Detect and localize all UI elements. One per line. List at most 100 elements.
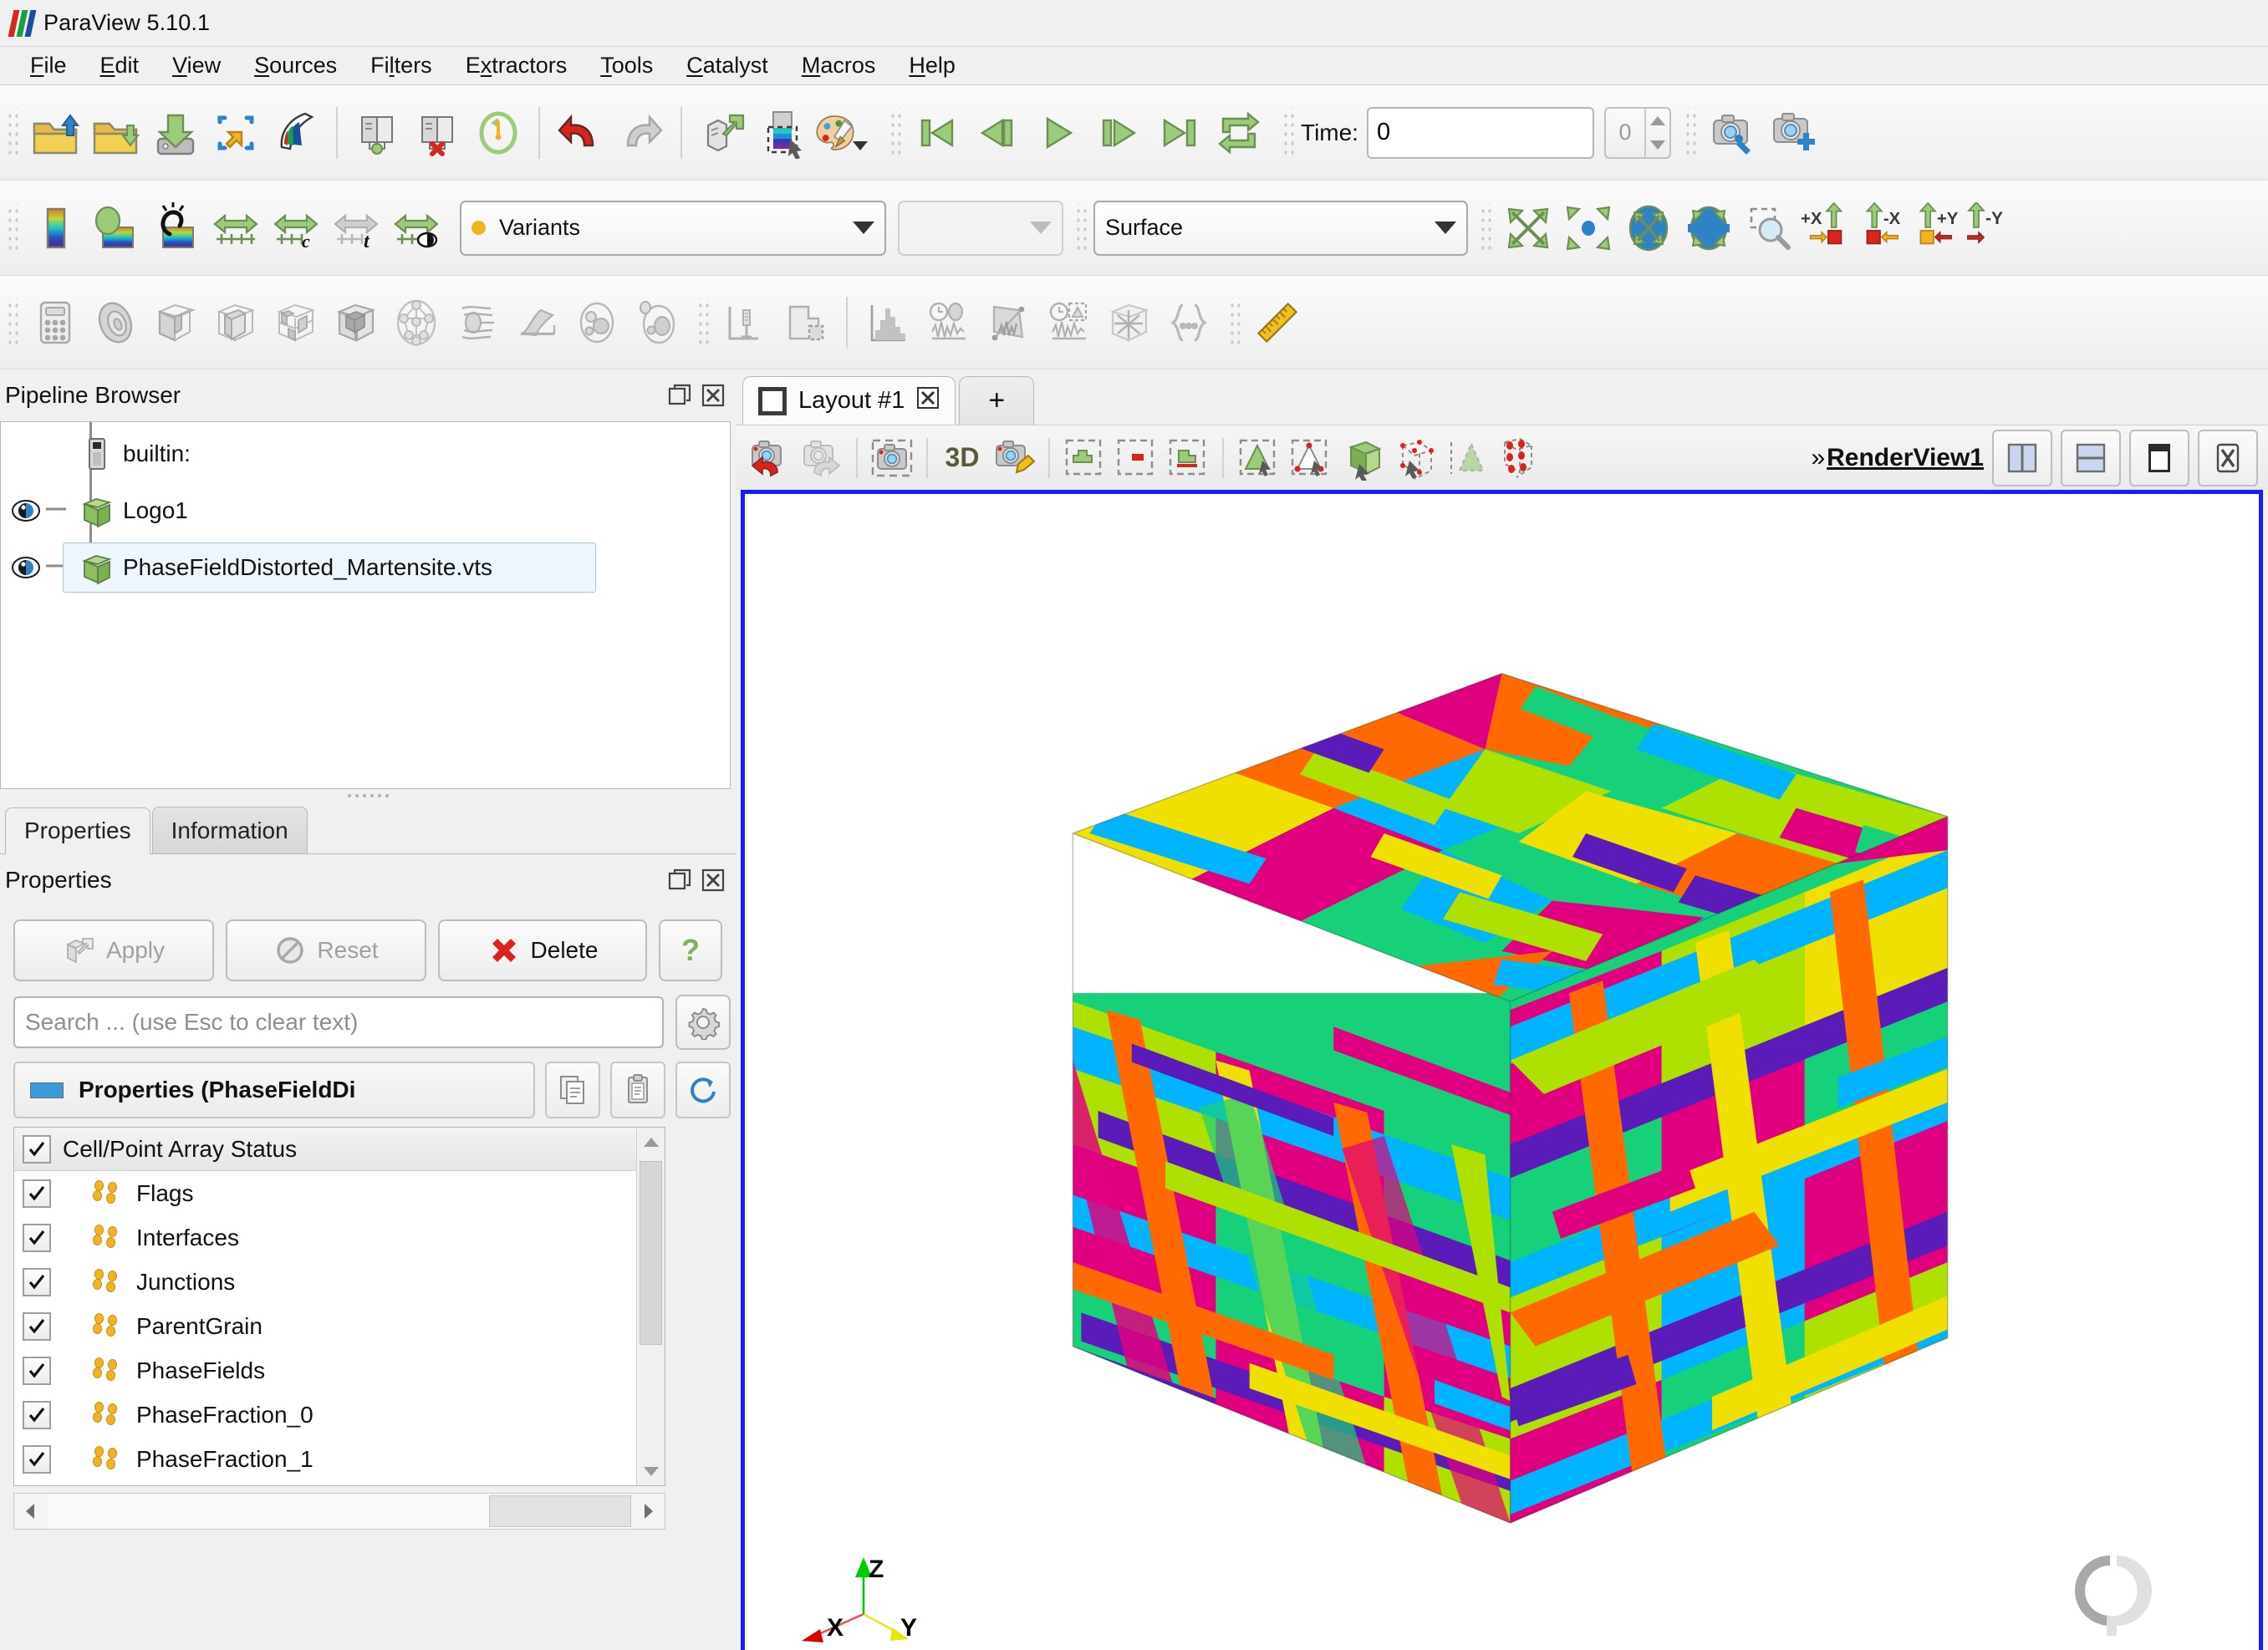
tab-information[interactable]: Information [151,807,308,853]
apply-button[interactable]: Apply [13,919,214,981]
representation-select[interactable]: Surface [1093,200,1468,256]
contour-icon[interactable] [85,290,145,355]
render-view-canvas[interactable] [745,494,2259,1650]
rescale-custom-range-icon[interactable] [145,196,206,261]
tab-properties[interactable]: Properties [5,807,150,854]
server-timeout-icon[interactable] [468,100,528,166]
add-camera-icon[interactable] [1763,100,1823,166]
toolbar-grip[interactable] [1073,202,1088,253]
properties-horizontal-scrollbar[interactable] [13,1493,665,1530]
plus-y-icon[interactable]: +Y [1906,196,1960,261]
undock-icon[interactable] [665,381,694,410]
restore-defaults-icon[interactable] [675,1062,731,1118]
menu-extractors[interactable]: Extractors [449,51,584,80]
next-frame-icon[interactable] [1088,100,1149,166]
camera-icon[interactable] [866,432,918,484]
extract-level-icon[interactable] [627,290,687,355]
probe-location-icon[interactable] [716,290,776,355]
close-panel-icon[interactable] [699,381,727,410]
close-tab-icon[interactable] [916,386,940,416]
split-vertical-icon[interactable] [2061,429,2121,486]
redo-icon[interactable] [610,100,670,166]
menu-help[interactable]: Help [892,51,972,80]
rescale-to-custom-icon[interactable]: c [266,196,326,261]
rescale-visible-icon[interactable] [386,196,446,261]
toolbar-grip[interactable] [1281,107,1296,158]
adjust-camera-icon[interactable] [1703,100,1763,166]
edit-color-map-icon[interactable] [813,100,873,166]
loop-icon[interactable] [1209,100,1269,166]
cell-point-array-status-list[interactable]: Cell/Point Array Status Flags Interfaces… [13,1127,665,1486]
time-input[interactable]: 0 [1366,106,1594,159]
help-button[interactable]: ? [659,919,722,981]
reset-button[interactable]: Reset [226,919,426,981]
undo-camera-icon[interactable] [744,432,796,484]
menu-file[interactable]: File [13,51,84,80]
maximize-view-icon[interactable] [2129,429,2189,486]
reset-camera-closest-icon[interactable] [1618,196,1679,261]
redo-camera-icon[interactable] [796,432,848,484]
python-calculator-icon[interactable] [1159,290,1219,355]
array-row-phasefraction1[interactable]: PhaseFraction_1 [14,1437,665,1481]
save-state-icon[interactable] [266,100,326,166]
pipeline-node-logo1[interactable]: Logo1 [1,482,730,539]
pipeline-node-phasefield[interactable]: PhaseFieldDistorted_Martensite.vts [1,539,730,596]
extract-subset-icon[interactable] [326,290,386,355]
toolbar-grip[interactable] [1227,297,1242,348]
interactive-select-cells-icon[interactable] [1284,432,1336,484]
array-checkbox[interactable] [23,1444,51,1474]
zoom-to-data-icon[interactable] [1558,196,1618,261]
rescale-temporal-icon[interactable]: t [326,196,386,261]
add-layout-tab[interactable]: + [959,376,1035,425]
menu-tools[interactable]: Tools [584,51,670,80]
reset-camera-icon[interactable] [1498,196,1558,261]
panel-splitter[interactable] [0,789,736,802]
minus-y-icon[interactable]: -Y [1960,196,2013,261]
component-select[interactable] [898,200,1063,256]
orientation-axes-widget[interactable]: X Y Z [795,1537,962,1650]
change-input-icon[interactable] [692,100,752,166]
array-status-header[interactable]: Cell/Point Array Status [14,1128,665,1171]
array-row-phasefraction0[interactable]: PhaseFraction_0 [14,1393,665,1437]
threshold-icon[interactable] [266,290,326,355]
toolbar-grip[interactable] [1478,202,1493,253]
load-state-icon[interactable] [206,100,266,166]
select-cells-on-icon[interactable] [1058,432,1110,484]
select-points-through-icon[interactable] [1232,432,1284,484]
scroll-left-icon[interactable] [14,1494,48,1529]
rescale-data-range-icon[interactable] [85,196,145,261]
toggle-3d-button[interactable]: 3D [936,432,988,484]
menu-sources[interactable]: Sources [237,51,354,80]
clip-icon[interactable] [145,290,206,355]
edit-camera-icon[interactable] [988,432,1040,484]
toolbar-overflow-button[interactable]: » [1811,444,1825,472]
menu-edit[interactable]: Edit [84,51,156,80]
paste-properties-icon[interactable] [610,1062,665,1118]
rescale-to-data-over-time-icon[interactable] [206,196,266,261]
frame-index-stepper[interactable]: 0 [1603,106,1671,159]
scroll-up-icon[interactable] [637,1128,665,1156]
hscroll-track[interactable] [48,1494,631,1529]
disconnect-server-icon[interactable] [408,100,468,166]
hscroll-thumb[interactable] [489,1495,631,1527]
array-row-phasefields[interactable]: PhaseFields [14,1348,665,1393]
rubber-band-zoom-icon[interactable] [1739,196,1799,261]
previous-frame-icon[interactable] [968,100,1028,166]
warp-icon[interactable] [507,290,567,355]
tab-layout-1[interactable]: Layout #1 [742,376,956,425]
array-row-junctions[interactable]: Junctions [14,1260,665,1304]
color-legend-icon[interactable] [25,196,85,261]
last-frame-icon[interactable] [1149,100,1209,166]
interactive-select-points-icon[interactable] [1336,432,1388,484]
visibility-toggle-icon[interactable] [8,498,44,523]
menu-view[interactable]: View [155,51,237,80]
render-view-name[interactable]: RenderView1 [1827,444,1984,472]
plot-over-line-icon[interactable] [776,290,836,355]
toolbar-grip[interactable] [1682,107,1698,158]
array-row-variants[interactable]: Variants [14,1481,665,1485]
select-points-on-icon[interactable] [1110,432,1162,484]
delete-button[interactable]: Delete [438,919,647,981]
pick-center-icon[interactable] [752,100,813,166]
array-checkbox[interactable] [23,1356,51,1385]
group-datasets-icon[interactable] [567,290,627,355]
